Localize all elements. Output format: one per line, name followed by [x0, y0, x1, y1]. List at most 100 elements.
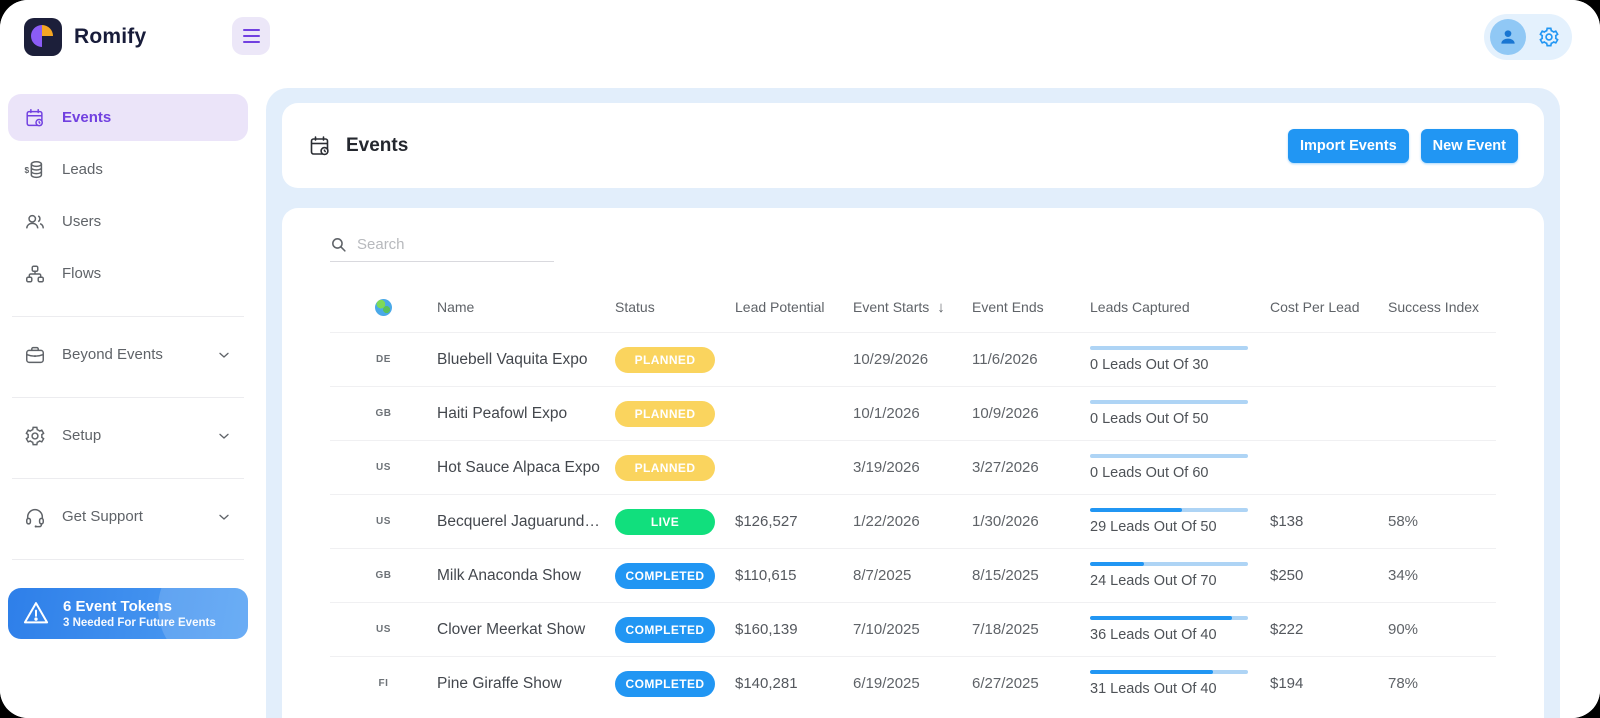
sidebar-section-beyond-events[interactable]: Beyond Events: [8, 331, 248, 378]
sidebar-item-label: Users: [62, 213, 101, 230]
divider: [12, 478, 244, 479]
leads-progress-bar: [1090, 454, 1248, 458]
sidebar-section-get-support[interactable]: Get Support: [8, 493, 248, 540]
sidebar-item-users[interactable]: Users: [8, 198, 248, 245]
event-name: Milk Anaconda Show: [437, 567, 615, 585]
column-label: Success Index: [1388, 299, 1479, 315]
leads-captured-cell: 0 Leads Out Of 60: [1090, 454, 1270, 481]
lead-potential: $110,615: [735, 567, 853, 584]
column-header-cost_per_lead[interactable]: Cost Per Lead: [1270, 299, 1388, 315]
gear-icon: [24, 425, 46, 447]
table-row[interactable]: FIPine Giraffe ShowCOMPLETED$140,2816/19…: [330, 656, 1496, 710]
divider: [12, 316, 244, 317]
status-badge: COMPLETED: [615, 617, 715, 643]
success-index: 58%: [1388, 513, 1496, 530]
column-label: Leads Captured: [1090, 299, 1190, 315]
leads-captured-text: 0 Leads Out Of 60: [1090, 465, 1248, 481]
country-code: DE: [330, 354, 437, 365]
app-window: Romify Events $ Leads Users Flows Beyond Eve…: [0, 0, 1600, 718]
main-content: Events Import Events New Event Name Statu…: [266, 88, 1560, 718]
table-body: DEBluebell Vaquita ExpoPLANNED10/29/2026…: [330, 332, 1496, 710]
divider: [12, 559, 244, 560]
event-starts: 3/19/2026: [853, 459, 972, 476]
event-ends: 8/15/2025: [972, 567, 1090, 584]
avatar-person-icon[interactable]: [1490, 19, 1526, 55]
headset-icon: [24, 506, 46, 528]
column-header-country[interactable]: [330, 299, 437, 316]
status-cell: PLANNED: [615, 347, 735, 373]
column-header-lead_potential[interactable]: Lead Potential: [735, 299, 853, 315]
settings-gear-icon[interactable]: [1538, 26, 1560, 48]
sidebar-item-leads[interactable]: $ Leads: [8, 146, 248, 193]
column-header-event_starts[interactable]: Event Starts↓: [853, 299, 972, 316]
new-event-button[interactable]: New Event: [1421, 129, 1518, 163]
event-starts: 10/29/2026: [853, 351, 972, 368]
column-header-status[interactable]: Status: [615, 299, 735, 315]
event-ends: 6/27/2025: [972, 675, 1090, 692]
column-label: Status: [615, 299, 655, 315]
page-title: Events: [346, 135, 408, 157]
page-header-card: Events Import Events New Event: [282, 103, 1544, 188]
leads-progress-bar: [1090, 346, 1248, 350]
topbar: Romify: [0, 0, 1600, 88]
cost-per-lead: $222: [1270, 621, 1388, 638]
leads-captured-cell: 24 Leads Out Of 70: [1090, 562, 1270, 589]
column-label: Event Ends: [972, 299, 1044, 315]
svg-text:$: $: [24, 165, 29, 174]
column-label: Name: [437, 299, 474, 315]
table-row[interactable]: GBHaiti Peafowl ExpoPLANNED10/1/202610/9…: [330, 386, 1496, 440]
romify-logo-icon: [24, 18, 62, 56]
event-starts: 7/10/2025: [853, 621, 972, 638]
table-row[interactable]: USHot Sauce Alpaca ExpoPLANNED3/19/20263…: [330, 440, 1496, 494]
users-icon: [24, 211, 46, 233]
column-header-name[interactable]: Name: [437, 299, 615, 315]
tokens-title: 6 Event Tokens: [63, 598, 216, 617]
leads-progress-bar: [1090, 508, 1248, 512]
status-badge: COMPLETED: [615, 671, 715, 697]
table-row[interactable]: GBMilk Anaconda ShowCOMPLETED$110,6158/7…: [330, 548, 1496, 602]
lead-potential: $126,527: [735, 513, 853, 530]
event-name: Haiti Peafowl Expo: [437, 405, 615, 423]
sidebar: Events $ Leads Users Flows Beyond Events Set…: [0, 88, 266, 718]
leads-captured-cell: 29 Leads Out Of 50: [1090, 508, 1270, 535]
table-row[interactable]: USBecquerel Jaguarundi ...LIVE$126,5271/…: [330, 494, 1496, 548]
event-name: Becquerel Jaguarundi ...: [437, 513, 615, 531]
chevron-down-icon: [216, 428, 232, 444]
column-header-success_index[interactable]: Success Index: [1388, 299, 1496, 315]
status-badge: COMPLETED: [615, 563, 715, 589]
table-header-row: Name Status Lead PotentialEvent Starts↓Eve…: [330, 282, 1496, 332]
event-ends: 7/18/2025: [972, 621, 1090, 638]
column-header-event_ends[interactable]: Event Ends: [972, 299, 1090, 315]
column-header-leads_captured[interactable]: Leads Captured: [1090, 299, 1270, 315]
import-events-button[interactable]: Import Events: [1288, 129, 1409, 163]
sidebar-section-setup[interactable]: Setup: [8, 412, 248, 459]
sidebar-section-label: Setup: [62, 427, 101, 444]
leads-captured-text: 0 Leads Out Of 50: [1090, 411, 1248, 427]
status-cell: COMPLETED: [615, 617, 735, 643]
hamburger-menu-button[interactable]: [232, 17, 270, 55]
table-row[interactable]: DEBluebell Vaquita ExpoPLANNED10/29/2026…: [330, 332, 1496, 386]
status-badge: PLANNED: [615, 401, 715, 427]
event-ends: 3/27/2026: [972, 459, 1090, 476]
sidebar-item-label: Flows: [62, 265, 101, 282]
leads-captured-cell: 0 Leads Out Of 30: [1090, 346, 1270, 373]
search-input[interactable]: [357, 236, 554, 253]
sidebar-item-events[interactable]: Events: [8, 94, 248, 141]
leads-captured-cell: 0 Leads Out Of 50: [1090, 400, 1270, 427]
table-row[interactable]: USClover Meerkat ShowCOMPLETED$160,1397/…: [330, 602, 1496, 656]
event-ends: 11/6/2026: [972, 351, 1090, 368]
leads-captured-text: 29 Leads Out Of 50: [1090, 519, 1248, 535]
cost-per-lead: $250: [1270, 567, 1388, 584]
status-cell: PLANNED: [615, 455, 735, 481]
event-tokens-badge[interactable]: 6 Event Tokens 3 Needed For Future Event…: [8, 588, 248, 639]
sidebar-item-flows[interactable]: Flows: [8, 250, 248, 297]
event-name: Clover Meerkat Show: [437, 621, 615, 639]
sort-desc-arrow-icon: ↓: [937, 299, 945, 316]
sidebar-item-label: Leads: [62, 161, 103, 178]
tokens-subtitle: 3 Needed For Future Events: [63, 617, 216, 629]
topbar-user-area: [1484, 14, 1572, 60]
success-index: 90%: [1388, 621, 1496, 638]
status-cell: COMPLETED: [615, 563, 735, 589]
search-field: [330, 236, 554, 262]
event-name: Pine Giraffe Show: [437, 675, 615, 693]
